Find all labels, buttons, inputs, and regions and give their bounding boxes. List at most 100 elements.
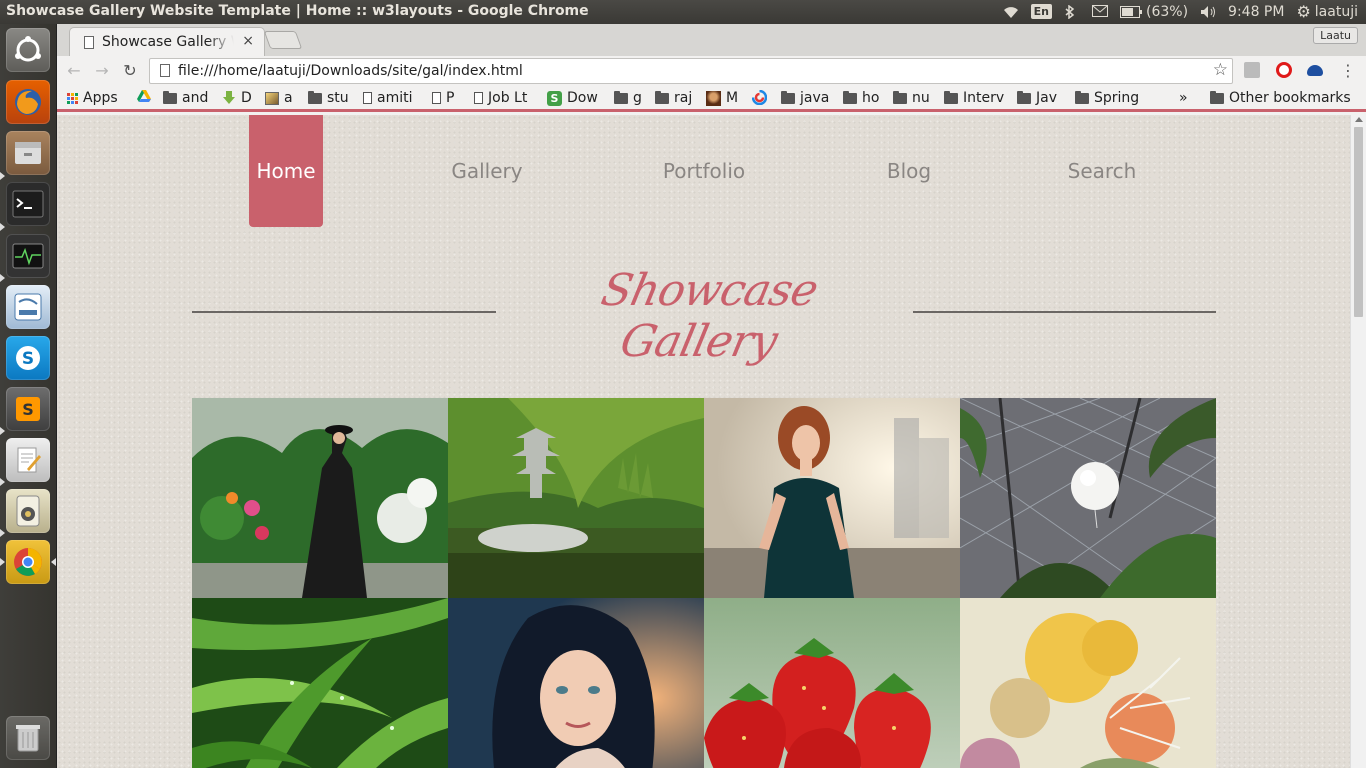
opera-extension-icon[interactable] xyxy=(1276,62,1292,78)
page-icon xyxy=(363,92,372,104)
url-text: file:///home/laatuji/Downloads/site/gal/… xyxy=(178,63,523,79)
volume-icon[interactable] xyxy=(1200,5,1216,19)
text-editor-icon[interactable] xyxy=(6,438,50,482)
wifi-icon[interactable] xyxy=(1003,5,1019,19)
focused-indicator xyxy=(51,558,56,566)
browser-window: Showcase Gallery W × Laatu ← → ↻ file://… xyxy=(57,24,1366,768)
address-bar[interactable]: file:///home/laatuji/Downloads/site/gal/… xyxy=(149,58,1233,84)
bookmark-item[interactable]: M xyxy=(706,90,738,106)
bookmark-label: Interv xyxy=(963,90,1005,106)
cloud-extension-icon[interactable] xyxy=(1307,65,1323,76)
tab-close-icon[interactable]: × xyxy=(242,33,254,49)
bluetooth-icon[interactable] xyxy=(1064,4,1080,19)
reload-button[interactable]: ↻ xyxy=(119,60,141,82)
bookmark-label: stu xyxy=(327,90,349,106)
profile-button[interactable]: Laatu xyxy=(1313,27,1358,44)
trash-icon[interactable] xyxy=(6,716,50,760)
bookmark-label: D xyxy=(241,90,252,106)
gallery-photo[interactable] xyxy=(960,398,1216,598)
bookmark-item[interactable] xyxy=(137,90,151,102)
bookmark-item[interactable]: nu xyxy=(893,90,930,106)
forward-button[interactable]: → xyxy=(91,60,113,82)
firefox-icon[interactable] xyxy=(6,80,50,124)
folder-icon xyxy=(1017,90,1031,104)
terminal-icon[interactable] xyxy=(6,182,50,226)
bookmark-item[interactable]: stu xyxy=(308,90,349,106)
page-scrollbar[interactable] xyxy=(1350,115,1366,768)
bookmark-item[interactable]: Interv xyxy=(944,90,1004,106)
folder-icon xyxy=(163,90,177,104)
bookmark-item[interactable]: Jav xyxy=(1017,90,1057,106)
running-indicator xyxy=(0,558,5,566)
browser-toolbar: ← → ↻ file:///home/laatuji/Downloads/sit… xyxy=(57,56,1366,86)
bookmark-item[interactable]: P xyxy=(432,90,454,106)
chrome-icon[interactable] xyxy=(6,540,50,584)
nav-gallery[interactable]: Gallery xyxy=(437,115,537,227)
mysql-workbench-icon[interactable] xyxy=(6,285,50,329)
bookmark-item[interactable]: amiti xyxy=(363,90,413,106)
window-title: Showcase Gallery Website Template | Home… xyxy=(6,3,589,19)
nav-blog[interactable]: Blog xyxy=(869,115,949,227)
svg-text:S: S xyxy=(22,349,34,369)
folder-icon xyxy=(614,90,628,104)
sublime-text-icon[interactable]: S xyxy=(6,387,50,431)
bookmark-label: Job Lt xyxy=(488,90,528,106)
battery-indicator[interactable]: (63%) xyxy=(1119,4,1188,20)
new-tab-button[interactable] xyxy=(263,31,303,49)
photo-gallery xyxy=(192,398,1216,768)
bookmark-label: raj xyxy=(674,90,693,106)
gallery-photo[interactable] xyxy=(192,598,448,768)
site-logo[interactable]: Showcase Gallery xyxy=(528,265,880,367)
chevron-double-right-icon: » xyxy=(1179,90,1188,106)
ubuntu-dash-icon[interactable] xyxy=(6,28,50,72)
bookmark-item[interactable]: S Dow xyxy=(547,90,598,106)
back-button[interactable]: ← xyxy=(63,60,85,82)
bookmark-item[interactable]: D xyxy=(222,90,252,106)
gallery-photo[interactable] xyxy=(448,398,704,598)
running-indicator xyxy=(0,529,5,537)
bookmark-item[interactable]: ho xyxy=(843,90,879,106)
gallery-photo[interactable] xyxy=(704,398,960,598)
nav-portfolio[interactable]: Portfolio xyxy=(649,115,759,227)
nav-home[interactable]: Home xyxy=(249,115,323,227)
bookmark-item[interactable]: java xyxy=(781,90,829,106)
gallery-photo[interactable] xyxy=(448,598,704,768)
bookmark-label: nu xyxy=(912,90,930,106)
mail-icon[interactable] xyxy=(1091,4,1108,19)
other-bookmarks[interactable]: Other bookmarks xyxy=(1210,90,1351,106)
bookmark-item[interactable] xyxy=(752,90,767,105)
bookmark-star-icon[interactable]: ☆ xyxy=(1213,60,1228,80)
bookmark-item[interactable]: Apps xyxy=(67,90,118,106)
rhythmbox-icon[interactable] xyxy=(6,489,50,533)
folder-icon xyxy=(1075,90,1089,104)
bookmark-label: P xyxy=(446,90,455,106)
session-menu[interactable]: ⚙ laatuji xyxy=(1296,2,1358,21)
bookmarks-overflow-button[interactable]: » xyxy=(1179,90,1188,106)
gallery-photo[interactable] xyxy=(960,598,1216,768)
skype-icon[interactable]: S xyxy=(6,336,50,380)
system-monitor-icon[interactable] xyxy=(6,234,50,278)
page-icon xyxy=(432,92,441,104)
bookmark-item[interactable]: and xyxy=(163,90,208,106)
extension-cube-icon[interactable] xyxy=(1244,62,1260,78)
bookmark-item[interactable]: Spring xyxy=(1075,90,1139,106)
drive-icon xyxy=(137,90,151,102)
chrome-menu-button[interactable]: ⋮ xyxy=(1337,60,1359,82)
bookmark-item[interactable]: Job Lt xyxy=(474,90,527,106)
page-info-icon[interactable] xyxy=(160,64,170,77)
tab-active[interactable]: Showcase Gallery W × xyxy=(69,27,265,56)
keyboard-layout-indicator[interactable]: En xyxy=(1030,4,1052,19)
scroll-up-arrow-icon[interactable] xyxy=(1355,117,1363,122)
bookmark-item[interactable]: g xyxy=(614,90,642,106)
nav-search[interactable]: Search xyxy=(1057,115,1147,227)
bookmark-label: amiti xyxy=(377,90,413,106)
folder-icon xyxy=(944,90,958,104)
files-icon[interactable] xyxy=(6,131,50,175)
bookmark-label: java xyxy=(800,90,830,106)
gallery-photo[interactable] xyxy=(704,598,960,768)
scrollbar-thumb[interactable] xyxy=(1354,127,1363,317)
gallery-photo[interactable] xyxy=(192,398,448,598)
bookmark-item[interactable]: a xyxy=(265,90,293,106)
clock[interactable]: 9:48 PM xyxy=(1228,4,1284,20)
bookmark-item[interactable]: raj xyxy=(655,90,692,106)
